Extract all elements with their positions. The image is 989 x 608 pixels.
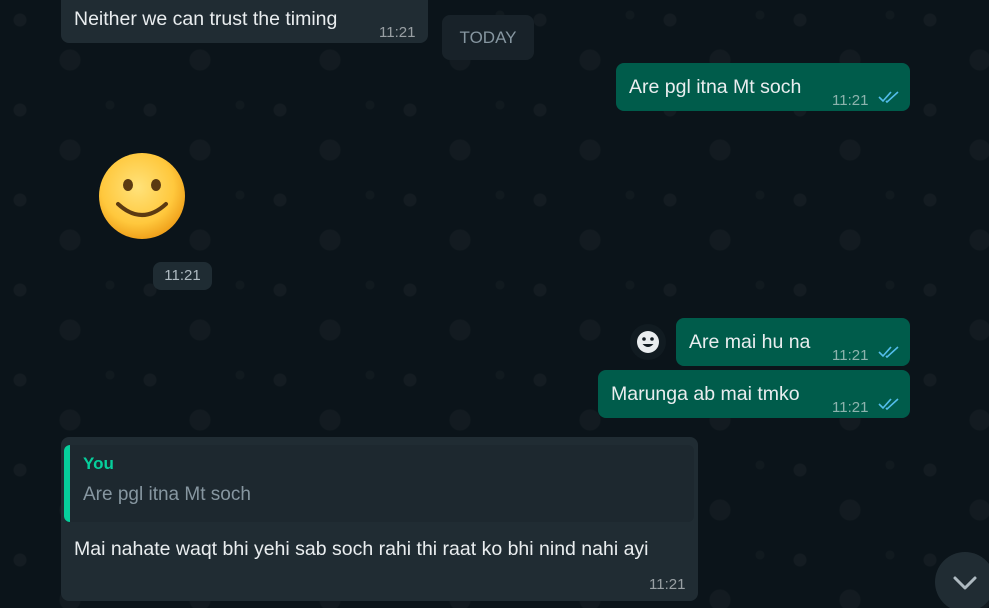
message-text: Marunga ab mai tmko [611,383,800,405]
read-receipt-icon [878,91,899,104]
message-text: Neither we can trust the timing [74,8,338,30]
message-time: 11:21 [832,347,869,364]
message-time: 11:21 [153,262,212,290]
quote-accent-bar [64,445,70,522]
read-receipt-icon [878,346,899,359]
read-receipt-icon [878,398,899,411]
outgoing-message[interactable]: Marunga ab mai tmko 11:21 [598,370,910,418]
incoming-message[interactable]: Neither we can trust the timing 11:21 [61,0,428,43]
quoted-message[interactable]: You Are pgl itna Mt soch [64,445,694,522]
emoji-reaction-button[interactable] [630,324,666,360]
smiling-face-emoji [99,153,185,239]
date-separator: TODAY [442,15,534,60]
chevron-down-icon [953,576,977,590]
chat-panel: Neither we can trust the timing 11:21 TO… [0,0,989,608]
message-text: Mai nahate waqt bhi yehi sab soch rahi t… [74,538,649,560]
smiley-icon [637,331,659,353]
message-text: Are mai hu na [689,331,811,353]
scroll-to-bottom-button[interactable] [935,552,989,608]
message-time: 11:21 [832,399,869,416]
outgoing-message[interactable]: Are mai hu na 11:21 [676,318,910,366]
quote-text: Are pgl itna Mt soch [83,484,251,505]
message-text: Are pgl itna Mt soch [629,76,802,98]
message-time: 11:21 [379,24,416,41]
quote-author: You [83,454,114,473]
outgoing-message[interactable]: Are pgl itna Mt soch 11:21 [616,63,910,111]
message-time: 11:21 [649,576,686,593]
message-time: 11:21 [832,92,869,109]
